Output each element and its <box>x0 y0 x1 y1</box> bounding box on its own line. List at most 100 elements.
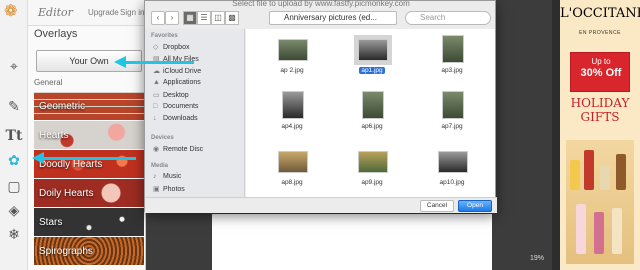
ad-line-2: GIFTS <box>580 110 620 124</box>
gallery-view-button[interactable]: ▩ <box>225 11 239 25</box>
category-doily-hearts[interactable]: Doily Hearts <box>34 179 144 208</box>
product-box <box>616 154 626 190</box>
sidebar-item-label: Downloads <box>163 115 198 122</box>
file-item[interactable]: ap4.jpg <box>262 89 322 137</box>
image-thumbnail <box>278 39 308 61</box>
file-name: ap9.jpg <box>361 179 383 186</box>
image-thumbnail <box>362 91 384 119</box>
category-hearts[interactable]: Hearts <box>34 121 144 150</box>
image-thumbnail <box>442 91 464 119</box>
sidebar-item-applications[interactable]: ▲ Applications <box>153 79 201 86</box>
file-item[interactable]: ap6.jpg <box>342 89 402 137</box>
open-button[interactable]: Open <box>458 200 492 212</box>
ad-subtitle: EN PROVENCE <box>579 30 621 36</box>
file-item[interactable]: ap3.jpg <box>422 33 482 81</box>
file-name: ap 2.jpg <box>280 67 304 74</box>
ad-discount-badge: Up to 30% Off <box>570 52 630 92</box>
cancel-button[interactable]: Cancel <box>420 200 454 212</box>
file-upload-dialog: Select file to upload by www.fastfy.picm… <box>144 0 497 213</box>
file-item-selected[interactable]: ap1.jpg <box>342 33 402 81</box>
sidebar-item-desktop[interactable]: ▭ Desktop <box>153 91 189 99</box>
zoom-level: 19% <box>530 255 545 262</box>
panel-title: Overlays <box>34 28 78 40</box>
forward-button[interactable]: › <box>165 11 179 25</box>
product-box <box>612 208 622 254</box>
sidebar-item-label: Dropbox <box>163 44 190 51</box>
dropbox-icon: ◇ <box>153 44 159 51</box>
dialog-footer: Cancel Open <box>145 197 497 213</box>
sidebar-item-dropbox[interactable]: ◇ Dropbox <box>153 43 189 51</box>
sidebar-item-photos[interactable]: ▣ Photos <box>153 185 185 193</box>
icon-view-button[interactable]: ▦ <box>183 11 197 25</box>
image-thumbnail <box>442 35 464 63</box>
file-item[interactable]: ap8.jpg <box>262 145 322 193</box>
file-name: ap10.jpg <box>439 179 465 186</box>
sidebar-item-label: Photos <box>163 186 185 193</box>
category-label: Doily Hearts <box>39 188 94 199</box>
sidebar-item-documents[interactable]: □ Documents <box>153 103 198 110</box>
sign-in-link[interactable]: Sign in <box>120 8 144 17</box>
list-view-button[interactable]: ☰ <box>197 11 211 25</box>
product-box <box>570 160 580 190</box>
file-item[interactable]: ap10.jpg <box>422 145 482 193</box>
ad-headline: HOLIDAY GIFTS <box>560 96 640 124</box>
selected-file-name: ap1.jpg <box>359 67 385 74</box>
brush-icon[interactable]: ✎ <box>4 96 24 116</box>
file-name: ap6.jpg <box>361 123 383 130</box>
annotation-arrow-head <box>32 152 44 164</box>
sidebar-item-label: iCloud Drive <box>163 68 202 75</box>
file-item[interactable]: ap9.jpg <box>342 145 402 193</box>
product-box <box>594 212 604 254</box>
product-box <box>576 204 586 254</box>
sidebar-item-music[interactable]: ♪ Music <box>153 173 181 180</box>
cloud-icon: ☁ <box>153 68 160 75</box>
camera-icon: ▣ <box>153 186 160 193</box>
annotation-arrow-shaft <box>42 157 136 160</box>
text-icon[interactable]: Tt <box>4 126 24 146</box>
annotation-arrow-head <box>114 56 126 68</box>
file-item[interactable]: ap7.jpg <box>422 89 482 137</box>
sidebar-item-remote-disc[interactable]: ◉ Remote Disc <box>153 145 203 153</box>
category-label: Spirographs <box>39 246 93 257</box>
file-name: ap1.jpg <box>342 67 402 74</box>
category-stars[interactable]: Stars <box>34 208 144 237</box>
ad-brand: L'OCCITANE <box>560 6 640 21</box>
file-item[interactable]: ap 2.jpg <box>262 33 322 81</box>
media-header: Media <box>151 163 169 169</box>
dialog-toolbar: ‹ › ▦ ☰ ◫ ▩ ■ Anniversary pictures (ed..… <box>145 9 497 29</box>
texture-icon[interactable]: ◈ <box>4 200 24 220</box>
category-geometric[interactable]: Geometric <box>34 92 144 121</box>
column-view-button[interactable]: ◫ <box>211 11 225 25</box>
folder-location-select[interactable]: Anniversary pictures (ed... <box>269 11 397 25</box>
category-label: Stars <box>39 217 63 228</box>
category-doodly-hearts[interactable]: Doodly Hearts <box>34 150 144 179</box>
finder-sidebar: Favorites ◇ Dropbox ▤ All My Files ☁ iCloud… <box>145 29 245 197</box>
crop-icon[interactable]: ⌖ <box>4 56 24 76</box>
dialog-title: Select file to upload by www.fastfy.picm… <box>232 0 410 8</box>
butterfly-icon[interactable]: ✿ <box>4 150 24 170</box>
advertisement[interactable]: L'OCCITANE EN PROVENCE Up to 30% Off HOL… <box>560 0 640 270</box>
upgrade-link[interactable]: Upgrade <box>88 8 119 17</box>
back-button[interactable]: ‹ <box>151 11 165 25</box>
sidebar-item-label: Documents <box>163 103 199 110</box>
ad-product-image <box>566 140 634 264</box>
category-label: Geometric <box>39 101 86 112</box>
desktop-icon: ▭ <box>153 92 160 99</box>
section-label: General <box>34 78 63 87</box>
file-name: ap3.jpg <box>441 67 463 74</box>
photo-canvas <box>212 214 492 270</box>
snowflake-icon[interactable]: ❄ <box>4 224 24 244</box>
download-icon: ↓ <box>153 115 157 122</box>
sidebar-item-icloud-drive[interactable]: ☁ iCloud Drive <box>153 67 201 75</box>
sidebar-item-label: Desktop <box>163 92 189 99</box>
sidebar-item-downloads[interactable]: ↓ Downloads <box>153 115 198 122</box>
category-spirographs[interactable]: Spirographs <box>34 237 144 266</box>
annotation-arrow-shaft <box>124 61 194 64</box>
image-thumbnail <box>282 91 304 119</box>
document-icon: □ <box>153 103 158 110</box>
frame-icon[interactable]: ▢ <box>4 176 24 196</box>
product-box <box>600 166 610 190</box>
search-input[interactable]: Search <box>405 11 491 25</box>
app-logo-icon[interactable]: ❁ <box>4 3 24 21</box>
tool-sidebar: ❁ ⌖ ✎ Tt ✿ ▢ ◈ ❄ <box>0 0 28 270</box>
